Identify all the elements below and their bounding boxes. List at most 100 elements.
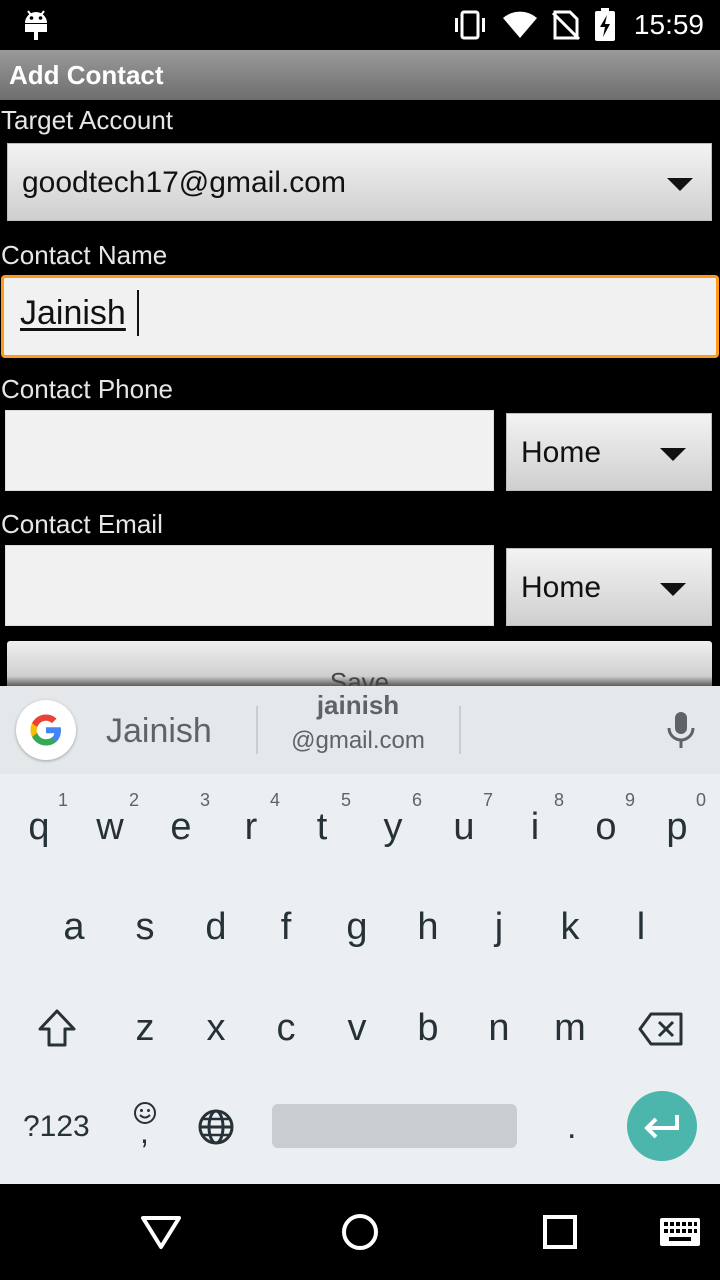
key-j[interactable]: j [464, 886, 534, 966]
contact-email-label: Contact Email [1, 509, 163, 539]
key-hint: 7 [482, 790, 493, 810]
key-k[interactable]: k [535, 886, 605, 966]
key-h[interactable]: h [393, 886, 463, 966]
key-i[interactable]: i8 [500, 786, 570, 866]
period-key[interactable]: . [567, 1108, 576, 1147]
key-label: e [170, 806, 192, 848]
key-a[interactable]: a [39, 886, 109, 966]
phone-type-value: Home [521, 436, 602, 469]
email-type-value: Home [521, 571, 602, 604]
key-r[interactable]: r4 [216, 786, 286, 866]
key-u[interactable]: u7 [429, 786, 499, 866]
suggestion-1[interactable]: Jainish [106, 712, 212, 751]
key-hint: 2 [128, 790, 139, 810]
android-icon [25, 10, 47, 40]
key-label: j [494, 906, 504, 948]
suggestion-2-line1: jainish [316, 690, 400, 720]
title-bar: Add Contact [0, 50, 720, 100]
email-type-spinner[interactable]: Home [506, 548, 712, 626]
key-hint: 0 [695, 790, 706, 810]
key-label: b [417, 1007, 439, 1049]
phone-type-spinner[interactable]: Home [506, 413, 712, 491]
no-sim-icon [551, 10, 580, 40]
contact-email-field[interactable] [5, 545, 494, 626]
key-label: x [206, 1007, 226, 1049]
key-o[interactable]: o9 [571, 786, 641, 866]
key-hint: 9 [624, 790, 635, 810]
key-label: n [488, 1007, 510, 1049]
dropdown-caret-icon [660, 583, 686, 596]
key-s[interactable]: s [110, 886, 180, 966]
globe-icon[interactable] [197, 1108, 235, 1146]
key-label: t [316, 806, 328, 848]
key-label: l [636, 906, 646, 948]
key-label: p [666, 806, 688, 848]
key-label: y [383, 806, 403, 848]
key-d[interactable]: d [181, 886, 251, 966]
key-c[interactable]: c [251, 987, 321, 1067]
contact-phone-label: Contact Phone [1, 374, 174, 404]
key-label: g [346, 906, 368, 948]
key-p[interactable]: p0 [642, 786, 712, 866]
enter-icon [644, 1115, 679, 1139]
key-label: f [280, 906, 292, 948]
clock: 15:59 [633, 9, 704, 40]
suggestion-bar: Jainish jainish @gmail.com [0, 686, 720, 774]
suggestion-2-line2: @gmail.com [291, 727, 425, 754]
back-icon[interactable] [140, 1214, 182, 1250]
contact-name-field[interactable]: Jainish [1, 275, 719, 358]
key-label: w [96, 806, 124, 848]
target-account-spinner[interactable]: goodtech17@gmail.com [7, 143, 712, 221]
key-v[interactable]: v [322, 987, 392, 1067]
key-t[interactable]: t5 [287, 786, 357, 866]
dropdown-caret-icon [660, 448, 686, 461]
key-w[interactable]: w2 [75, 786, 145, 866]
key-label: c [276, 1007, 296, 1049]
text-cursor [137, 290, 139, 336]
microphone-icon[interactable] [664, 710, 698, 750]
key-b[interactable]: b [393, 987, 463, 1067]
suggestion-2[interactable]: jainish @gmail.com [262, 690, 454, 755]
symbols-key[interactable]: ?123 [23, 1110, 90, 1144]
space-bar[interactable] [272, 1104, 517, 1148]
home-icon[interactable] [341, 1213, 379, 1251]
key-label: i [530, 806, 540, 848]
key-e[interactable]: e3 [146, 786, 216, 866]
save-button[interactable]: Save [7, 641, 712, 691]
key-label: u [453, 806, 475, 848]
key-label: h [417, 906, 439, 948]
key-z[interactable]: z [110, 987, 180, 1067]
key-label: o [595, 806, 617, 848]
key-l[interactable]: l [606, 886, 676, 966]
suggestion-divider [459, 706, 461, 754]
key-m[interactable]: m [535, 987, 605, 1067]
enter-key[interactable] [627, 1091, 697, 1161]
shift-icon[interactable] [36, 1008, 78, 1048]
key-label: q [28, 806, 50, 848]
key-g[interactable]: g [322, 886, 392, 966]
backspace-icon[interactable] [638, 1012, 684, 1046]
google-logo-icon[interactable] [16, 700, 76, 760]
page-title: Add Contact [9, 60, 164, 90]
key-x[interactable]: x [181, 987, 251, 1067]
key-n[interactable]: n [464, 987, 534, 1067]
target-account-value: goodtech17@gmail.com [22, 166, 346, 199]
key-label: a [63, 906, 85, 948]
key-hint: 6 [411, 790, 422, 810]
key-y[interactable]: y6 [358, 786, 428, 866]
contact-phone-field[interactable] [5, 410, 494, 491]
key-label: d [205, 906, 227, 948]
key-label: r [244, 806, 258, 848]
comma-key[interactable]: , [140, 1114, 149, 1151]
key-f[interactable]: f [251, 886, 321, 966]
key-label: z [135, 1007, 155, 1049]
key-hint: 3 [199, 790, 210, 810]
battery-charging-icon [594, 8, 615, 41]
contact-name-label: Contact Name [1, 240, 168, 270]
key-q[interactable]: q1 [4, 786, 74, 866]
contact-name-input[interactable]: Jainish [20, 294, 126, 333]
navigation-bar [0, 1184, 720, 1280]
keyboard-switch-icon[interactable] [659, 1217, 701, 1247]
dropdown-caret-icon [667, 178, 693, 191]
recents-icon[interactable] [543, 1215, 577, 1249]
